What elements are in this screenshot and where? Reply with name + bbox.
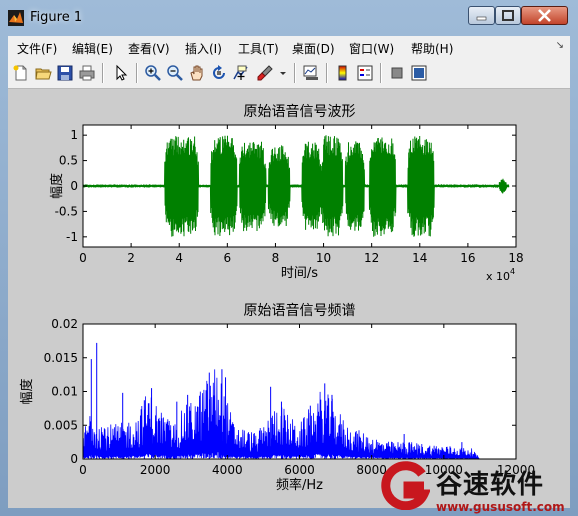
maximize-button[interactable] [495, 6, 521, 25]
y-tick-label: 0.02 [51, 317, 78, 331]
print-icon[interactable] [78, 64, 96, 82]
pointer-icon[interactable] [112, 64, 130, 82]
new-figure-icon[interactable] [12, 64, 30, 82]
x-tick-label: 6000 [284, 463, 315, 477]
x-tick-label: 10 [316, 251, 331, 265]
brush-icon[interactable] [256, 64, 274, 82]
y-tick-label: 0.005 [44, 418, 78, 432]
x-tick-label: 0 [79, 463, 87, 477]
x-tick-label: 6 [224, 251, 232, 265]
y-tick-label: 0.015 [44, 351, 78, 365]
x-tick-label: 2000 [140, 463, 171, 477]
figure-svg: 0 2 4 6 8 10 12 14 16 18 1 0.5 0 -0.5 -1 原始语音信号波形 时间/s… [19, 103, 535, 493]
matlab-icon [8, 10, 24, 26]
menu-file[interactable]: 文件(F) [17, 40, 57, 57]
waveform-x-multiplier: x 104 [486, 267, 515, 283]
x-tick-label: 2 [127, 251, 135, 265]
figure-toolbar [8, 58, 570, 89]
menu-bar: 文件(F) 编辑(E) 查看(V) 插入(I) 工具(T) 桌面(D) 窗口(W… [8, 36, 570, 58]
menu-desktop[interactable]: 桌面(D) [292, 40, 335, 57]
menu-edit[interactable]: 编辑(E) [72, 40, 113, 57]
title-bar[interactable]: Figure 1 [0, 0, 578, 36]
link-icon[interactable] [302, 64, 320, 82]
x-tick-label: 8 [272, 251, 280, 265]
close-icon [538, 9, 551, 22]
open-icon[interactable] [34, 64, 52, 82]
maximize-icon [502, 10, 514, 21]
watermark: 谷速软件 www.gususoft.com [380, 460, 578, 516]
pan-icon[interactable] [188, 64, 206, 82]
y-tick-label: -0.5 [55, 204, 78, 218]
close-button[interactable] [521, 6, 568, 25]
zoom-in-icon[interactable] [144, 64, 162, 82]
x-tick-label: 12 [364, 251, 379, 265]
colorbar-icon[interactable] [334, 64, 352, 82]
zoom-out-icon[interactable] [166, 64, 184, 82]
menu-help[interactable]: 帮助(H) [411, 40, 453, 57]
y-tick-label: 0 [70, 452, 78, 466]
y-tick-label: 0.01 [51, 385, 78, 399]
y-tick-label: 0 [70, 179, 78, 193]
data-cursor-icon[interactable] [232, 64, 250, 82]
y-tick-label: 1 [70, 128, 78, 142]
spectrum-xlabel: 频率/Hz [276, 477, 323, 493]
gusu-logo-icon [381, 461, 430, 510]
y-tick-label: 0.5 [59, 154, 78, 168]
x-tick-label: 18 [508, 251, 523, 265]
watermark-url: www.gususoft.com [436, 500, 565, 514]
x-tick-label: 16 [460, 251, 475, 265]
waveform-ylabel: 幅度 [49, 173, 65, 199]
waveform-xlabel: 时间/s [281, 266, 318, 281]
show-plot-tools-icon[interactable] [410, 64, 428, 82]
menu-tools[interactable]: 工具(T) [238, 40, 279, 57]
save-icon[interactable] [56, 64, 74, 82]
x-tick-label: 4 [175, 251, 183, 265]
x-tick-label: 0 [79, 251, 87, 265]
figure-client-area: 文件(F) 编辑(E) 查看(V) 插入(I) 工具(T) 桌面(D) 窗口(W… [8, 36, 570, 508]
brush-dropdown-icon[interactable] [278, 64, 288, 82]
waveform-axes: 0 2 4 6 8 10 12 14 16 18 1 0.5 0 -0.5 -1 原始语音信号波形 时间/s… [49, 103, 524, 283]
spectrum-title: 原始语音信号频谱 [244, 302, 356, 319]
minimize-icon [476, 16, 487, 21]
figure-canvas: 0 2 4 6 8 10 12 14 16 18 1 0.5 0 -0.5 -1 原始语音信号波形 时间/s… [8, 89, 570, 508]
figure-window: Figure 1 文件(F) 编辑(E) 查看(V) 插入(I) 工具(T) 桌… [0, 0, 578, 516]
minimize-button[interactable] [468, 6, 495, 25]
y-tick-label: -1 [66, 230, 78, 244]
watermark-name: 谷速软件 [436, 470, 545, 500]
spectrum-ylabel: 幅度 [19, 378, 35, 404]
x-tick-label: 4000 [212, 463, 243, 477]
menu-insert[interactable]: 插入(I) [185, 40, 222, 57]
menu-dock-arrow-icon[interactable]: ↘ [556, 40, 564, 51]
x-tick-label: 14 [412, 251, 427, 265]
hide-plot-tools-icon[interactable] [388, 64, 406, 82]
menu-view[interactable]: 查看(V) [128, 40, 170, 57]
waveform-title: 原始语音信号波形 [244, 103, 356, 120]
menu-window[interactable]: 窗口(W) [349, 40, 394, 57]
window-title: Figure 1 [30, 10, 83, 25]
rotate-icon[interactable] [210, 64, 228, 82]
legend-icon[interactable] [356, 64, 374, 82]
